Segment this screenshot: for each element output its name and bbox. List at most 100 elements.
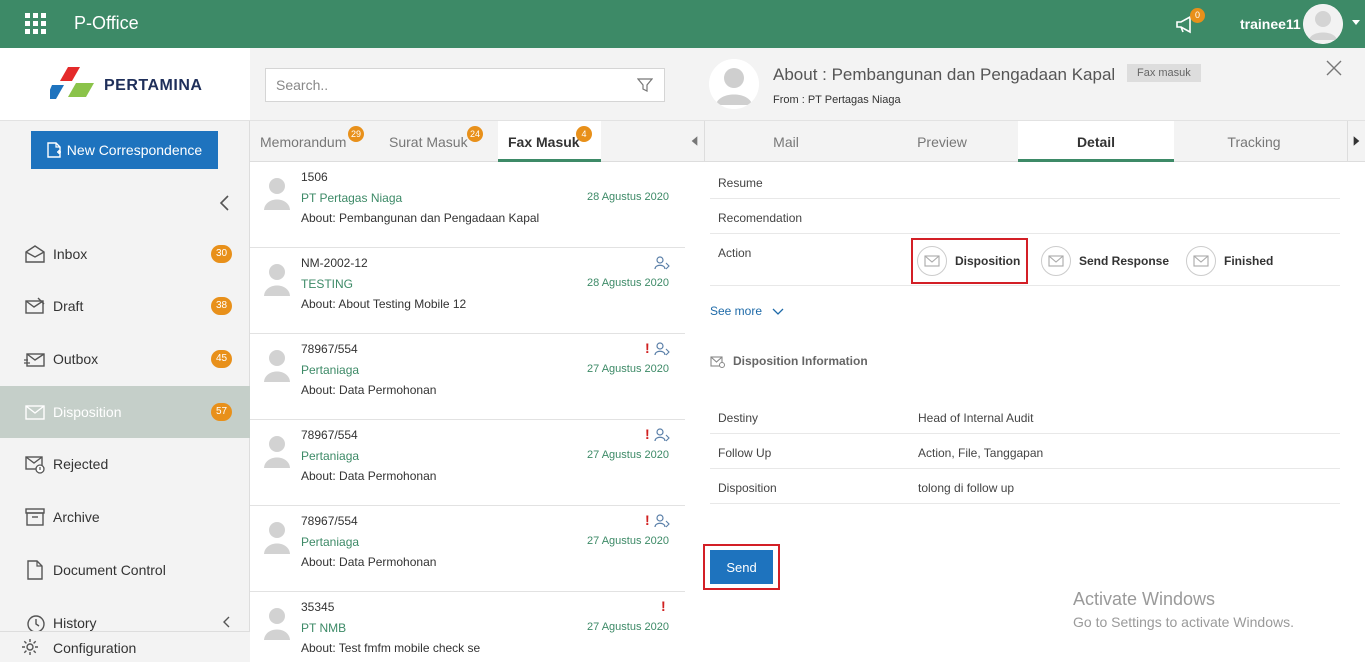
letter-date: 27 Agustus 2020: [587, 535, 669, 547]
logo-area: PERTAMINA: [0, 48, 250, 121]
sidebar-item-archive[interactable]: Archive: [0, 491, 250, 543]
list-item[interactable]: 35345 ! PT NMB 27 Agustus 2020 About: Te…: [250, 592, 685, 662]
disposition-icon: [25, 405, 45, 420]
sidebar-item-rejected[interactable]: Rejected: [0, 438, 250, 490]
letter-title: About : Pembangunan dan Pengadaan Kapal: [773, 65, 1116, 84]
sidebar-item-draft[interactable]: Draft 38: [0, 280, 250, 332]
destiny-row: Destiny Head of Internal Audit: [710, 399, 1340, 434]
destiny-value: Head of Internal Audit: [918, 411, 1034, 425]
tab-label: Surat Masuk: [389, 134, 468, 150]
list-item[interactable]: 78967/554 ! Pertaniaga 27 Agustus 2020 A…: [250, 420, 685, 506]
urgent-icon: !: [645, 426, 650, 442]
list-item[interactable]: 78967/554 ! Pertaniaga 27 Agustus 2020 A…: [250, 334, 685, 420]
list-item[interactable]: 1506 PT Pertagas Niaga 28 Agustus 2020 A…: [250, 162, 685, 248]
new-document-icon: [47, 142, 61, 158]
filter-icon[interactable]: [637, 77, 653, 93]
sidebar-item-document-control[interactable]: Document Control: [0, 544, 250, 596]
configuration-item[interactable]: Configuration: [0, 631, 250, 662]
tab-surat-masuk[interactable]: Surat Masuk: [389, 121, 468, 162]
letter-about: About: About Testing Mobile 12: [301, 297, 467, 311]
sidebar-item-label: Inbox: [53, 246, 88, 262]
surat-masuk-count-badge: 24: [467, 126, 484, 142]
sidebar-item-label: Document Control: [53, 562, 166, 578]
list-item[interactable]: NM-2002-12 TESTING 28 Agustus 2020 About…: [250, 248, 685, 334]
disposition-action-button[interactable]: Disposition: [917, 238, 1020, 283]
sender-avatar-icon: [264, 178, 290, 210]
letter-date: 28 Agustus 2020: [587, 191, 669, 203]
detail-pane: About : Pembangunan dan Pengadaan Kapal …: [685, 48, 1365, 662]
user-avatar[interactable]: [1303, 4, 1343, 44]
destiny-label: Destiny: [718, 411, 759, 425]
follow-up-label: Follow Up: [718, 446, 772, 460]
sidebar-item-label: Draft: [53, 298, 84, 314]
assigned-person-icon: [654, 342, 670, 356]
resume-row: Resume: [710, 164, 1340, 199]
letter-about: About: Data Permohonan: [301, 469, 437, 483]
assigned-person-icon: [654, 256, 670, 270]
memorandum-count-badge: 29: [348, 126, 365, 142]
username-label[interactable]: trainee11: [1240, 16, 1301, 32]
tab-label: Memorandum: [260, 134, 347, 150]
sidebar-item-history[interactable]: History: [0, 596, 250, 631]
tab-tracking[interactable]: Tracking: [1176, 121, 1332, 162]
sidebar-item-label: Rejected: [53, 456, 109, 472]
letter-number: 78967/554: [301, 342, 358, 356]
letter-number: 78967/554: [301, 514, 358, 528]
sender-avatar-icon: [264, 608, 290, 640]
sender-avatar-icon: [264, 436, 290, 468]
chevron-down-icon[interactable]: [772, 305, 784, 317]
send-button[interactable]: Send: [710, 550, 773, 584]
detail-tabs: Mail Preview Detail Tracking: [685, 121, 1365, 162]
letter-date: 27 Agustus 2020: [587, 449, 669, 461]
draft-icon: [25, 297, 45, 314]
send-response-action-button[interactable]: Send Response: [1041, 238, 1169, 283]
activate-windows-watermark: Activate Windows Go to Settings to activ…: [1073, 589, 1294, 630]
tab-label: Fax Masuk: [508, 134, 580, 150]
letter-date: 27 Agustus 2020: [587, 621, 669, 633]
correspondence-list-pane: Memorandum 29 Surat Masuk 24 Fax Masuk 4…: [250, 48, 685, 662]
tab-preview[interactable]: Preview: [864, 121, 1020, 162]
tab-detail[interactable]: Detail: [1018, 121, 1174, 162]
disposition-label: Disposition: [718, 481, 777, 495]
outbox-count-badge: 45: [211, 350, 232, 368]
sidebar: PERTAMINA New Correspondence Inbox 30 Dr…: [0, 48, 250, 662]
collapse-sidebar-chevron-icon[interactable]: [218, 194, 232, 212]
sidebar-item-label: Archive: [53, 509, 100, 525]
resume-label: Resume: [718, 176, 763, 190]
top-bar: P-Office 0 trainee11: [0, 0, 1365, 48]
sidebar-item-outbox[interactable]: Outbox 45: [0, 333, 250, 385]
gear-icon: [22, 639, 38, 655]
inbox-count-badge: 30: [211, 245, 232, 263]
urgent-icon: !: [661, 598, 666, 614]
letter-number: NM-2002-12: [301, 256, 368, 270]
watermark-line1: Activate Windows: [1073, 589, 1216, 609]
sidebar-item-disposition[interactable]: Disposition 57: [0, 386, 250, 438]
tab-mail[interactable]: Mail: [708, 121, 864, 162]
user-menu-caret-icon[interactable]: [1352, 20, 1360, 25]
see-more-link[interactable]: See more: [710, 304, 762, 318]
close-icon[interactable]: [1326, 60, 1342, 76]
app-grid-icon[interactable]: [25, 13, 46, 34]
letter-date: 28 Agustus 2020: [587, 277, 669, 289]
letter-number: 1506: [301, 170, 328, 184]
letter-from: From : PT Pertagas Niaga: [773, 94, 901, 106]
archive-icon: [25, 508, 45, 526]
sidebar-item-inbox[interactable]: Inbox 30: [0, 228, 250, 280]
tabs-scroll-right-icon[interactable]: [1347, 121, 1365, 162]
tab-memorandum[interactable]: Memorandum: [260, 121, 346, 162]
finished-action-button[interactable]: Finished: [1186, 238, 1273, 283]
pertamina-logo-icon: [50, 67, 94, 99]
logo-text: PERTAMINA: [104, 77, 203, 94]
tabs-scroll-left-icon[interactable]: [685, 121, 705, 162]
recomendation-row: Recomendation: [710, 199, 1340, 234]
draft-count-badge: 38: [211, 297, 232, 315]
history-expand-chevron-icon[interactable]: [221, 615, 231, 629]
new-correspondence-label: New Correspondence: [66, 142, 203, 158]
letter-about: About: Pembangunan dan Pengadaan Kapal: [301, 211, 540, 225]
list-item[interactable]: 78967/554 ! Pertaniaga 27 Agustus 2020 A…: [250, 506, 685, 592]
search-input[interactable]: [265, 68, 665, 102]
new-correspondence-button[interactable]: New Correspondence: [31, 131, 218, 169]
follow-up-value: Action, File, Tanggapan: [918, 446, 1044, 460]
disposition-info-icon: [710, 355, 725, 368]
letter-type-tag: Fax masuk: [1127, 64, 1201, 82]
